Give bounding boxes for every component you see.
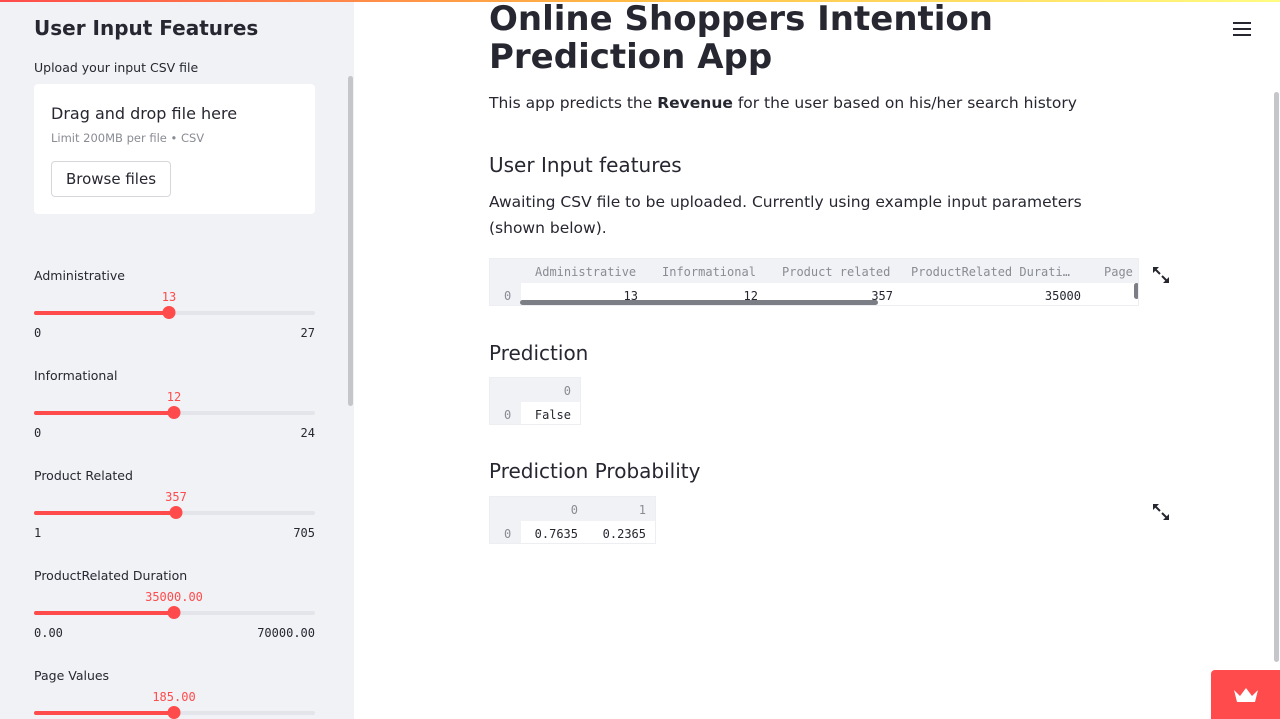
menu-line: [1233, 22, 1251, 24]
slider-value: 357: [165, 490, 187, 504]
row-index: 0: [504, 289, 512, 303]
main-scrollbar[interactable]: [1274, 92, 1279, 662]
upload-limit-text: Limit 200MB per file • CSV: [51, 131, 205, 145]
sidebar-title: User Input Features: [34, 16, 259, 40]
sidebar: User Input Features Upload your input CS…: [0, 0, 354, 719]
top-decoration-bar: [0, 0, 1280, 2]
crown-icon: [1233, 687, 1258, 702]
slider-label: ProductRelated Duration: [34, 568, 188, 583]
column-header[interactable]: Administrative: [535, 265, 636, 279]
slider-value: 35000.00: [145, 590, 203, 604]
slider-label: Administrative: [34, 268, 125, 283]
slider-product-related[interactable]: Product Related 357 1 705: [34, 468, 315, 548]
slider-value: 185.00: [152, 690, 196, 704]
slider-value: 12: [166, 390, 182, 404]
prediction-probability-heading: Prediction Probability: [489, 459, 701, 483]
input-features-heading: User Input features: [489, 153, 682, 177]
slider-min: 1: [34, 526, 42, 540]
slider-max: 27: [300, 326, 315, 340]
browse-files-button[interactable]: Browse files: [51, 161, 171, 197]
slider-fill: [34, 711, 174, 715]
sidebar-scrollbar[interactable]: [348, 76, 353, 406]
intro-before: This app predicts the: [489, 94, 658, 112]
menu-line: [1233, 34, 1251, 36]
slider-thumb[interactable]: [169, 506, 183, 519]
input-dataframe[interactable]: Administrative Informational Product rel…: [489, 258, 1139, 306]
fullscreen-expand-icon[interactable]: [1151, 265, 1171, 285]
slider-min: 0: [34, 326, 42, 340]
fullscreen-expand-icon[interactable]: [1151, 502, 1171, 522]
slider-productrelated-duration[interactable]: ProductRelated Duration 35000.00 0.00 70…: [34, 568, 315, 648]
dataframe-vertical-scrollbar[interactable]: [1134, 283, 1138, 299]
slider-min: 0.00: [34, 626, 63, 640]
slider-page-values[interactable]: Page Values 185.00: [34, 668, 315, 719]
slider-min: 0: [34, 426, 42, 440]
prediction-heading: Prediction: [489, 341, 589, 365]
slider-fill: [34, 611, 174, 615]
slider-max: 70000.00: [257, 626, 315, 640]
dataframe-horizontal-scrollbar[interactable]: [520, 300, 878, 305]
awaiting-text: Awaiting CSV file to be uploaded. Curren…: [489, 193, 1082, 237]
slider-label: Informational: [34, 368, 118, 383]
upload-label: Upload your input CSV file: [34, 60, 199, 75]
slider-informational[interactable]: Informational 12 0 24: [34, 368, 315, 448]
row-index: 0: [504, 408, 512, 422]
slider-fill: [34, 311, 169, 315]
slider-fill: [34, 511, 176, 515]
intro-text: This app predicts the Revenue for the us…: [489, 94, 1077, 112]
slider-label: Product Related: [34, 468, 133, 483]
slider-thumb[interactable]: [167, 406, 181, 419]
slider-fill: [34, 411, 174, 415]
slider-max: 705: [293, 526, 315, 540]
file-dropzone[interactable]: Drag and drop file here Limit 200MB per …: [34, 84, 315, 214]
column-header[interactable]: Product related: [782, 265, 890, 279]
column-header[interactable]: Informational: [662, 265, 756, 279]
column-header[interactable]: ProductRelated Durati…: [911, 265, 1070, 279]
slider-thumb[interactable]: [167, 706, 181, 719]
intro-after: for the user based on his/her search his…: [732, 94, 1077, 112]
column-header: 0: [570, 503, 578, 517]
page-title: Online Shoppers Intention Prediction App: [489, 0, 993, 77]
dropzone-text: Drag and drop file here: [51, 104, 238, 123]
slider-value: 13: [161, 290, 177, 304]
table-cell: 0.2365: [602, 527, 646, 541]
prediction-table[interactable]: 0 0 False: [489, 377, 581, 425]
prediction-probability-table[interactable]: 0 1 0 0.7635 0.2365: [489, 496, 656, 544]
table-cell: 0.7635: [534, 527, 578, 541]
row-index: 0: [504, 527, 512, 541]
column-header: 1: [638, 503, 646, 517]
hamburger-menu-icon[interactable]: [1233, 22, 1251, 38]
table-cell: 35000: [1044, 289, 1081, 303]
slider-thumb[interactable]: [167, 606, 181, 619]
column-header[interactable]: Page: [1104, 265, 1133, 279]
intro-bold: Revenue: [657, 94, 733, 112]
slider-administrative[interactable]: Administrative 13 0 27: [34, 268, 315, 348]
table-cell: False: [534, 408, 571, 422]
streamlit-badge[interactable]: [1211, 670, 1280, 719]
menu-line: [1233, 28, 1251, 30]
column-header: 0: [563, 384, 571, 398]
slider-label: Page Values: [34, 668, 110, 683]
slider-max: 24: [300, 426, 315, 440]
slider-thumb[interactable]: [162, 306, 176, 319]
